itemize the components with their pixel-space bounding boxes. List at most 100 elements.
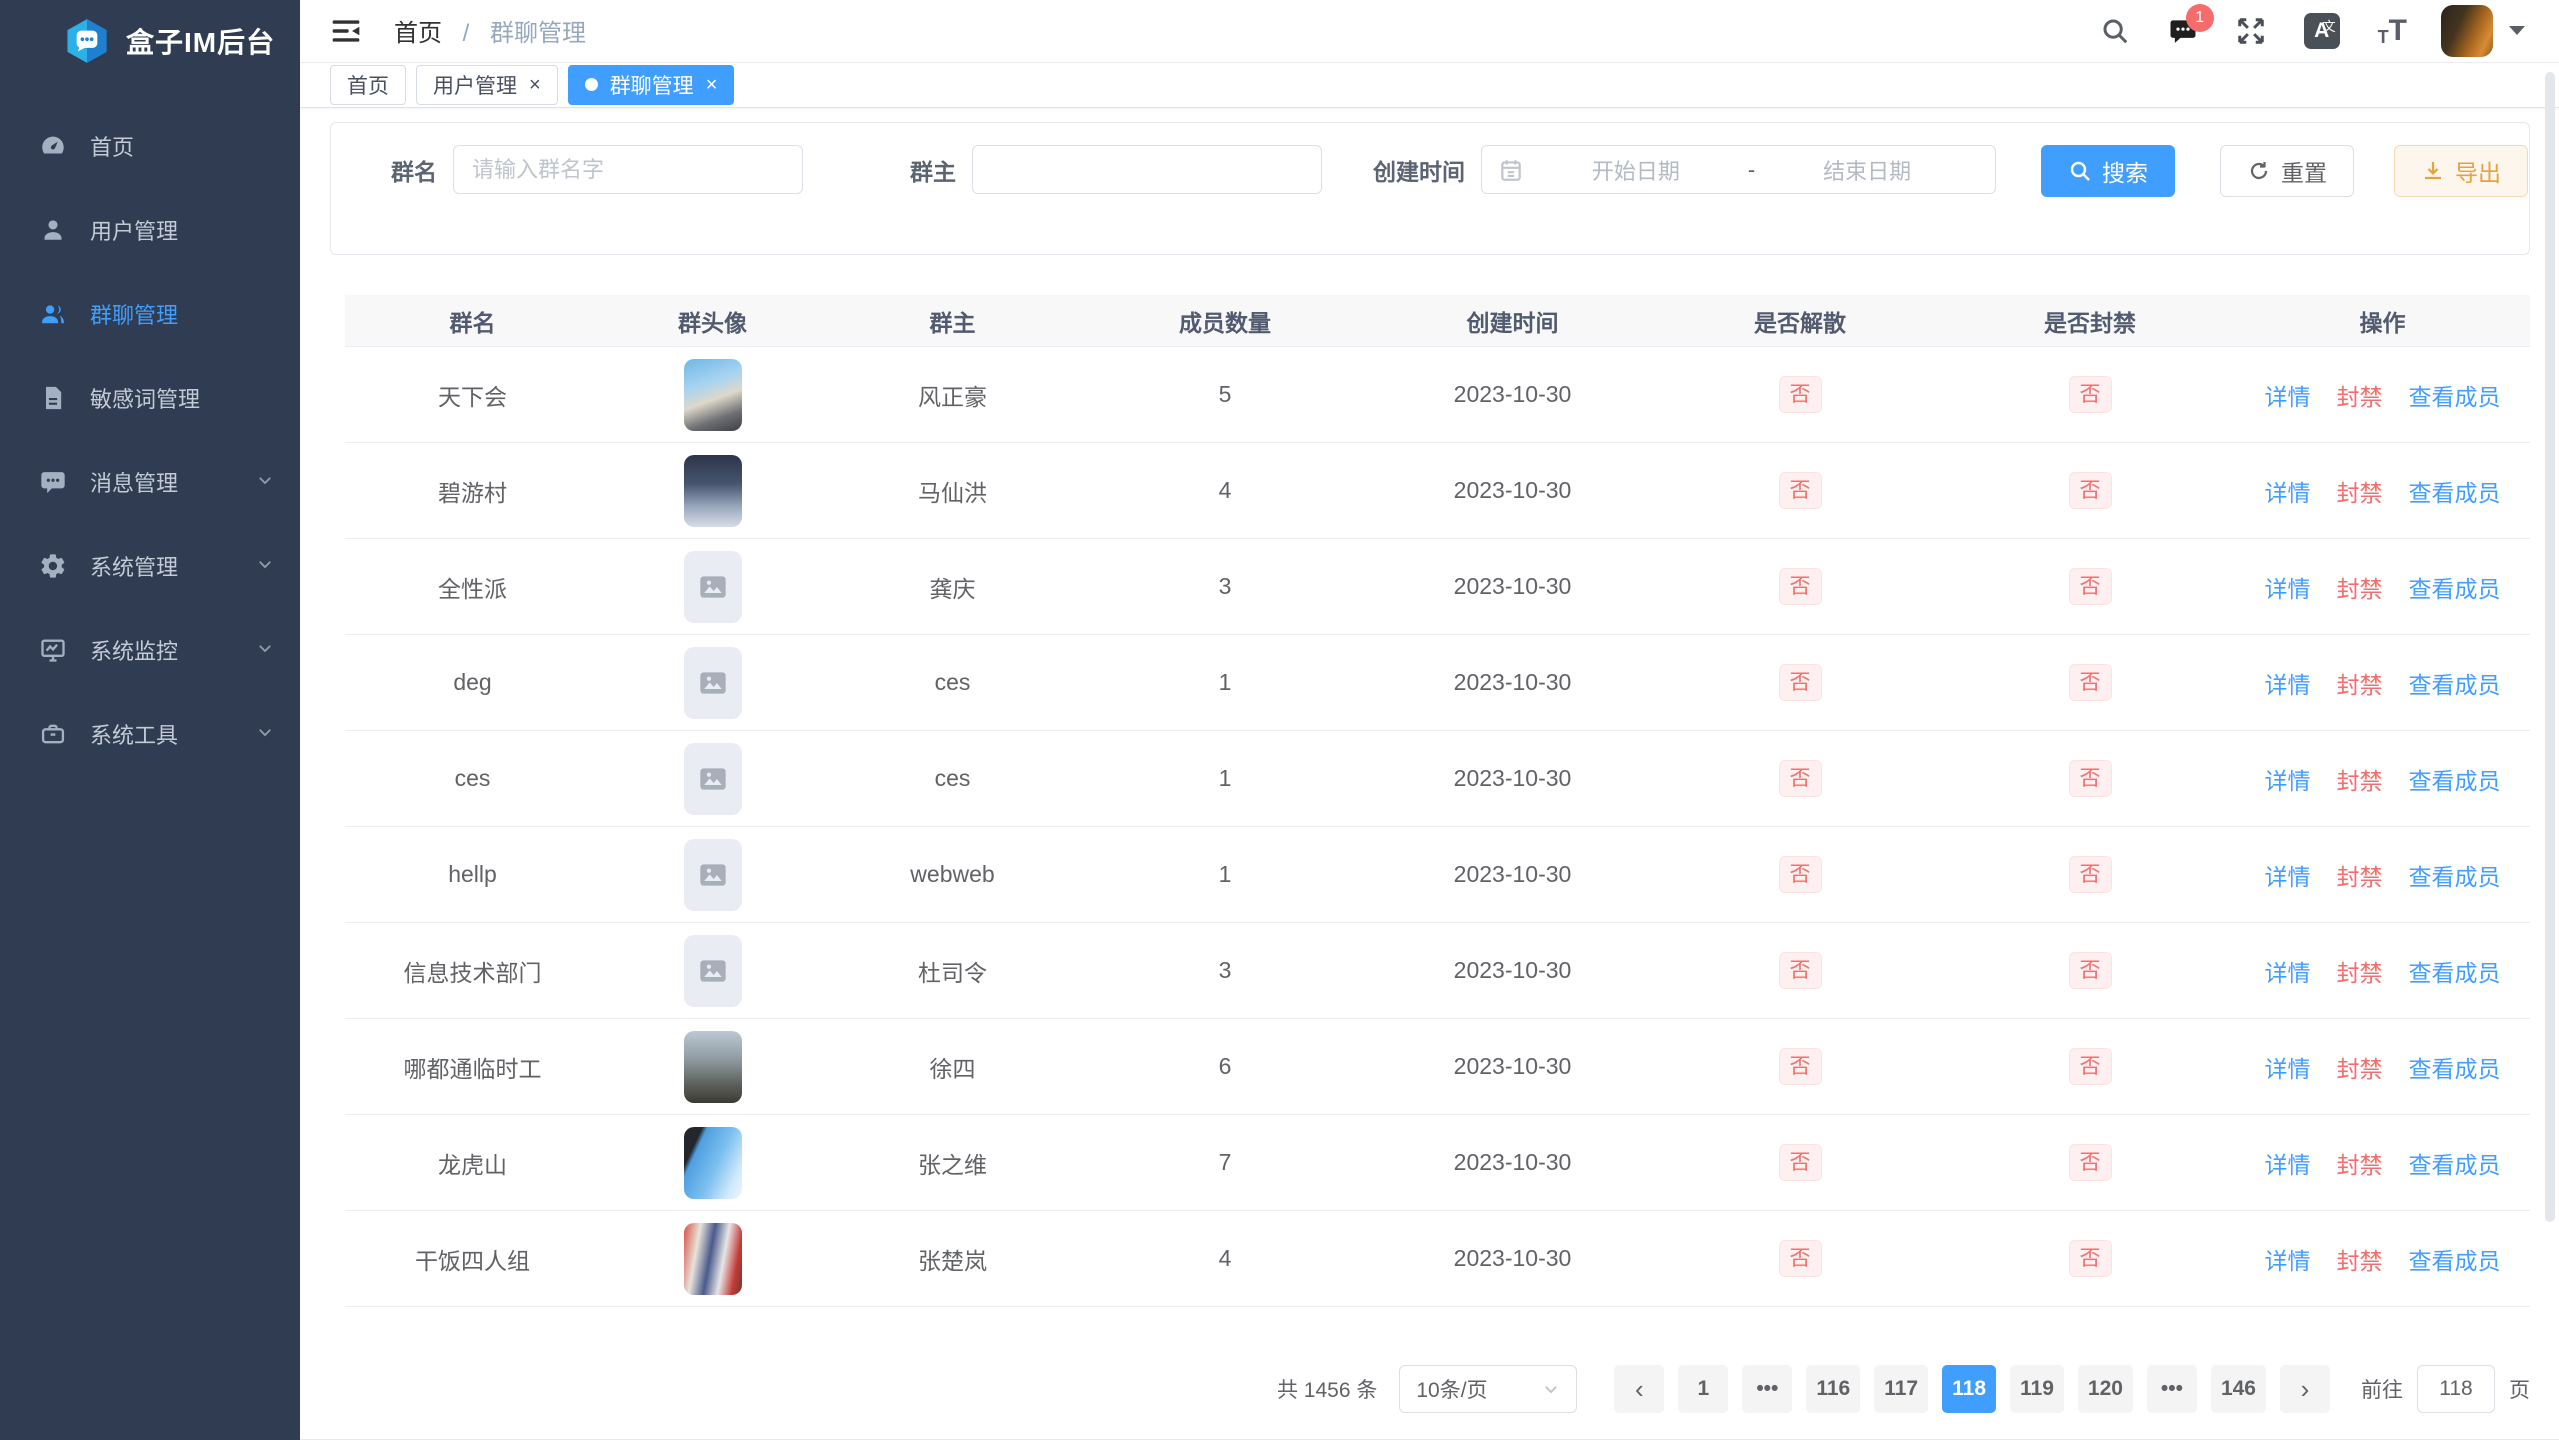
page-size-select[interactable]: 10条/页 <box>1399 1365 1577 1413</box>
sidebar-item-label: 首页 <box>90 130 134 162</box>
group-avatar[interactable] <box>684 455 742 527</box>
pager-page-116[interactable]: 116 <box>1806 1365 1860 1413</box>
tab-user-management[interactable]: 用户管理 × <box>416 65 558 105</box>
dissolved-badge: 否 <box>1779 856 1822 893</box>
group-avatar[interactable] <box>684 1031 742 1103</box>
dissolved-cell: 否 <box>1655 952 1945 989</box>
reset-button[interactable]: 重置 <box>2220 145 2354 197</box>
group-avatar[interactable] <box>684 359 742 431</box>
pager-page-1[interactable]: 1 <box>1678 1365 1728 1413</box>
sidebar-item-label: 用户管理 <box>90 214 178 246</box>
group-name-cell: 龙虎山 <box>345 1146 600 1180</box>
detail-link[interactable]: 详情 <box>2265 1146 2311 1180</box>
view-members-link[interactable]: 查看成员 <box>2409 1050 2501 1084</box>
avatar[interactable] <box>2441 5 2493 57</box>
close-icon[interactable]: × <box>706 75 718 95</box>
banned-cell: 否 <box>1945 472 2235 509</box>
pager-page-120[interactable]: 120 <box>2078 1365 2133 1413</box>
group-avatar[interactable] <box>684 1223 742 1295</box>
ban-link[interactable]: 封禁 <box>2337 1050 2383 1084</box>
group-avatar-cell <box>600 1127 825 1199</box>
ban-link[interactable]: 封禁 <box>2337 666 2383 700</box>
view-members-link[interactable]: 查看成员 <box>2409 954 2501 988</box>
search-button[interactable]: 搜索 <box>2041 145 2175 197</box>
pager-next-button[interactable]: › <box>2280 1365 2330 1413</box>
detail-link[interactable]: 详情 <box>2265 858 2311 892</box>
pager-page-146[interactable]: 146 <box>2211 1365 2266 1413</box>
breadcrumb: 首页 / 群聊管理 <box>394 13 586 48</box>
ban-link[interactable]: 封禁 <box>2337 378 2383 412</box>
pager-prev-button[interactable]: ‹ <box>1614 1365 1664 1413</box>
pager-page-118[interactable]: 118 <box>1942 1365 1996 1413</box>
detail-link[interactable]: 详情 <box>2265 1242 2311 1276</box>
detail-link[interactable]: 详情 <box>2265 954 2311 988</box>
detail-link[interactable]: 详情 <box>2265 474 2311 508</box>
detail-link[interactable]: 详情 <box>2265 378 2311 412</box>
logo-cube-icon <box>64 18 110 64</box>
chevron-down-icon <box>256 471 274 494</box>
group-avatar[interactable] <box>684 839 742 911</box>
sidebar-toggle-icon[interactable] <box>330 14 364 48</box>
detail-link[interactable]: 详情 <box>2265 666 2311 700</box>
users-icon <box>38 299 68 329</box>
sidebar-item-label: 系统监控 <box>90 634 178 666</box>
group-owner-cell: 徐四 <box>825 1050 1080 1084</box>
pager-page-117[interactable]: 117 <box>1874 1365 1928 1413</box>
actions-cell: 详情 封禁 查看成员 <box>2235 1050 2530 1084</box>
view-members-link[interactable]: 查看成员 <box>2409 762 2501 796</box>
sidebar-item-system-tools[interactable]: 系统工具 <box>0 692 300 776</box>
group-avatar[interactable] <box>684 551 742 623</box>
sidebar-item-user-management[interactable]: 用户管理 <box>0 188 300 272</box>
sidebar-item-system-monitor[interactable]: 系统监控 <box>0 608 300 692</box>
view-members-link[interactable]: 查看成员 <box>2409 858 2501 892</box>
table-body: 天下会 风正豪 5 2023-10-30 否 否 详情 封禁 查看成员 碧游村 … <box>345 347 2530 1307</box>
view-members-link[interactable]: 查看成员 <box>2409 474 2501 508</box>
export-button[interactable]: 导出 <box>2394 145 2528 197</box>
view-members-link[interactable]: 查看成员 <box>2409 1242 2501 1276</box>
view-members-link[interactable]: 查看成员 <box>2409 666 2501 700</box>
view-members-link[interactable]: 查看成员 <box>2409 1146 2501 1180</box>
detail-link[interactable]: 详情 <box>2265 762 2311 796</box>
sidebar-item-system-management[interactable]: 系统管理 <box>0 524 300 608</box>
caret-down-icon[interactable] <box>2509 26 2525 35</box>
main-area: 首页 / 群聊管理 1 A文 <box>300 0 2559 1440</box>
group-avatar[interactable] <box>684 935 742 1007</box>
ban-link[interactable]: 封禁 <box>2337 762 2383 796</box>
group-avatar[interactable] <box>684 743 742 815</box>
pager-page-119[interactable]: 119 <box>2010 1365 2064 1413</box>
group-name-input[interactable] <box>453 145 803 194</box>
ban-link[interactable]: 封禁 <box>2337 858 2383 892</box>
messages-icon[interactable]: 1 <box>2168 16 2198 46</box>
date-range-picker[interactable]: 开始日期 - 结束日期 <box>1481 145 1996 194</box>
group-avatar-cell <box>600 1031 825 1103</box>
goto-page-input[interactable] <box>2417 1365 2495 1413</box>
detail-link[interactable]: 详情 <box>2265 570 2311 604</box>
detail-link[interactable]: 详情 <box>2265 1050 2311 1084</box>
group-owner-input[interactable] <box>972 145 1322 194</box>
ban-link[interactable]: 封禁 <box>2337 954 2383 988</box>
view-members-link[interactable]: 查看成员 <box>2409 378 2501 412</box>
tab-home[interactable]: 首页 <box>330 65 406 105</box>
create-time-cell: 2023-10-30 <box>1370 573 1655 600</box>
ban-link[interactable]: 封禁 <box>2337 1146 2383 1180</box>
ban-link[interactable]: 封禁 <box>2337 570 2383 604</box>
sidebar-item-home[interactable]: 首页 <box>0 104 300 188</box>
fullscreen-icon[interactable] <box>2236 16 2266 46</box>
ban-link[interactable]: 封禁 <box>2337 474 2383 508</box>
close-icon[interactable]: × <box>529 75 541 95</box>
font-size-icon[interactable]: TT <box>2378 16 2407 46</box>
scrollbar[interactable] <box>2545 72 2555 1222</box>
actions-cell: 详情 封禁 查看成员 <box>2235 378 2530 412</box>
group-avatar[interactable] <box>684 647 742 719</box>
breadcrumb-home[interactable]: 首页 <box>394 20 442 47</box>
ban-link[interactable]: 封禁 <box>2337 1242 2383 1276</box>
view-members-link[interactable]: 查看成员 <box>2409 570 2501 604</box>
actions-cell: 详情 封禁 查看成员 <box>2235 1146 2530 1180</box>
search-icon[interactable] <box>2100 16 2130 46</box>
sidebar-item-message-management[interactable]: 消息管理 <box>0 440 300 524</box>
sidebar-item-sensitive-words[interactable]: 敏感词管理 <box>0 356 300 440</box>
tab-group-chat-management[interactable]: 群聊管理 × <box>568 65 735 105</box>
translate-icon[interactable]: A文 <box>2304 13 2340 49</box>
group-avatar[interactable] <box>684 1127 742 1199</box>
sidebar-item-group-chat-management[interactable]: 群聊管理 <box>0 272 300 356</box>
